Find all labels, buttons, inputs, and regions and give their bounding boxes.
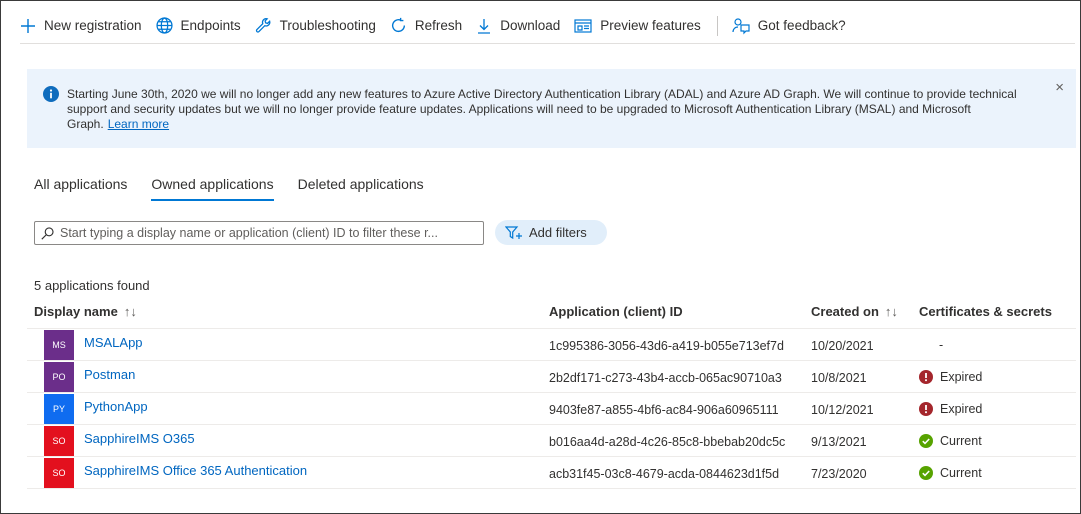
globe-icon [155,17,173,34]
table-header: Display name ↑↓ Application (client) ID … [27,296,1076,329]
created-date: 9/13/2021 [811,435,867,449]
download-label: Download [500,18,561,33]
check-circle-icon [919,466,933,480]
app-avatar: PO [44,362,74,392]
created-on-header: Created on [811,304,879,319]
refresh-icon [391,17,405,33]
application-id-header: Application (client) ID [549,304,683,319]
endpoints-button[interactable]: Endpoints [155,8,241,44]
cert-status: - [939,338,943,352]
app-client-id: acb31f45-03c8-4679-acda-0844623d1f5d [549,467,780,481]
filter-icon [505,225,522,239]
cert-status: Expired [919,370,982,384]
feedback-button[interactable]: Got feedback? [732,8,846,44]
app-client-id: 2b2df171-c273-43b4-accb-065ac90710a3 [549,371,782,385]
app-client-id: 1c995386-3056-43d6-a419-b055e713ef7d [549,339,784,353]
cert-status-label: Expired [940,370,983,384]
banner-text: Starting June 30th, 2020 we will no long… [67,87,1017,131]
preview-features-button[interactable]: Preview features [574,8,701,44]
app-avatar: SO [44,458,74,488]
app-avatar: MS [44,330,74,360]
app-tabs: All applications Owned applications Dele… [34,176,448,201]
table-row[interactable]: PO Postman 2b2df171-c273-43b4-accb-065ac… [27,361,1076,393]
command-bar: New registration Endpoints Troubleshooti… [20,8,1075,44]
tab-deleted-applications[interactable]: Deleted applications [298,176,424,200]
cert-status: Current [919,434,982,448]
troubleshooting-button[interactable]: Troubleshooting [255,8,376,44]
new-registration-label: New registration [44,18,142,33]
app-client-id: 9403fe87-a855-4bf6-ac84-906a60965111 [549,403,779,417]
learn-more-link[interactable]: Learn more [108,117,169,131]
download-icon [478,18,491,34]
app-avatar: PY [44,394,74,424]
results-count: 5 applications found [34,278,150,293]
download-button[interactable]: Download [476,8,560,44]
add-filters-label: Add filters [529,225,587,240]
info-icon [43,86,59,102]
app-name-link[interactable]: MSALApp [84,335,143,350]
sort-icon: ↑↓ [884,304,898,319]
created-date: 10/20/2021 [811,339,874,353]
column-created-on[interactable]: Created on ↑↓ [811,304,898,319]
app-name-link[interactable]: SapphireIMS Office 365 Authentication [84,463,307,478]
cert-status-label: Current [940,466,982,480]
cert-status: Expired [919,402,982,416]
app-name-link[interactable]: SapphireIMS O365 [84,431,195,446]
cert-status-label: - [939,338,944,352]
tab-owned-applications[interactable]: Owned applications [151,176,274,201]
column-application-id: Application (client) ID [549,304,683,319]
preview-features-icon [574,18,592,33]
created-date: 10/12/2021 [811,403,874,417]
search-box [34,221,484,245]
display-name-header: Display name [34,304,118,319]
new-registration-button[interactable]: New registration [20,8,142,44]
refresh-button[interactable]: Refresh [390,8,462,44]
preview-features-label: Preview features [600,18,701,33]
banner-message: Starting June 30th, 2020 we will no long… [67,87,1017,132]
app-name-link[interactable]: PythonApp [84,399,148,414]
app-avatar: SO [44,426,74,456]
cert-status: Current [919,466,982,480]
plus-icon [21,18,35,33]
feedback-label: Got feedback? [757,18,846,33]
feedback-icon [732,17,750,34]
endpoints-label: Endpoints [180,18,241,33]
deprecation-banner: Starting June 30th, 2020 we will no long… [27,69,1076,148]
created-date: 10/8/2021 [811,371,867,385]
app-name-link[interactable]: Postman [84,367,135,382]
close-icon[interactable]: × [1055,79,1064,96]
table-row[interactable]: PY PythonApp 9403fe87-a855-4bf6-ac84-906… [27,393,1076,425]
error-icon [919,402,933,416]
add-filters-button[interactable]: Add filters [495,220,607,245]
sort-icon: ↑↓ [123,304,137,319]
search-icon [41,226,54,240]
wrench-icon [255,17,271,33]
column-display-name[interactable]: Display name ↑↓ [34,304,137,319]
toolbar-divider [716,15,718,36]
certificates-header: Certificates & secrets [919,304,1052,319]
column-certificates-secrets: Certificates & secrets [919,304,1052,319]
error-icon [919,370,933,384]
cert-status-label: Current [940,434,982,448]
cert-status-label: Expired [940,402,983,416]
table-row[interactable]: MS MSALApp 1c995386-3056-43d6-a419-b055e… [27,329,1076,361]
table-row[interactable]: SO SapphireIMS Office 365 Authentication… [27,457,1076,489]
check-circle-icon [919,434,933,448]
search-input[interactable] [60,226,470,240]
refresh-label: Refresh [414,18,463,33]
app-client-id: b016aa4d-a28d-4c26-85c8-bbebab20dc5c [549,435,786,449]
table-row[interactable]: SO SapphireIMS O365 b016aa4d-a28d-4c26-8… [27,425,1076,457]
troubleshooting-label: Troubleshooting [279,18,376,33]
created-date: 7/23/2020 [811,467,867,481]
applications-table: Display name ↑↓ Application (client) ID … [27,296,1076,489]
tab-all-applications[interactable]: All applications [34,176,127,200]
